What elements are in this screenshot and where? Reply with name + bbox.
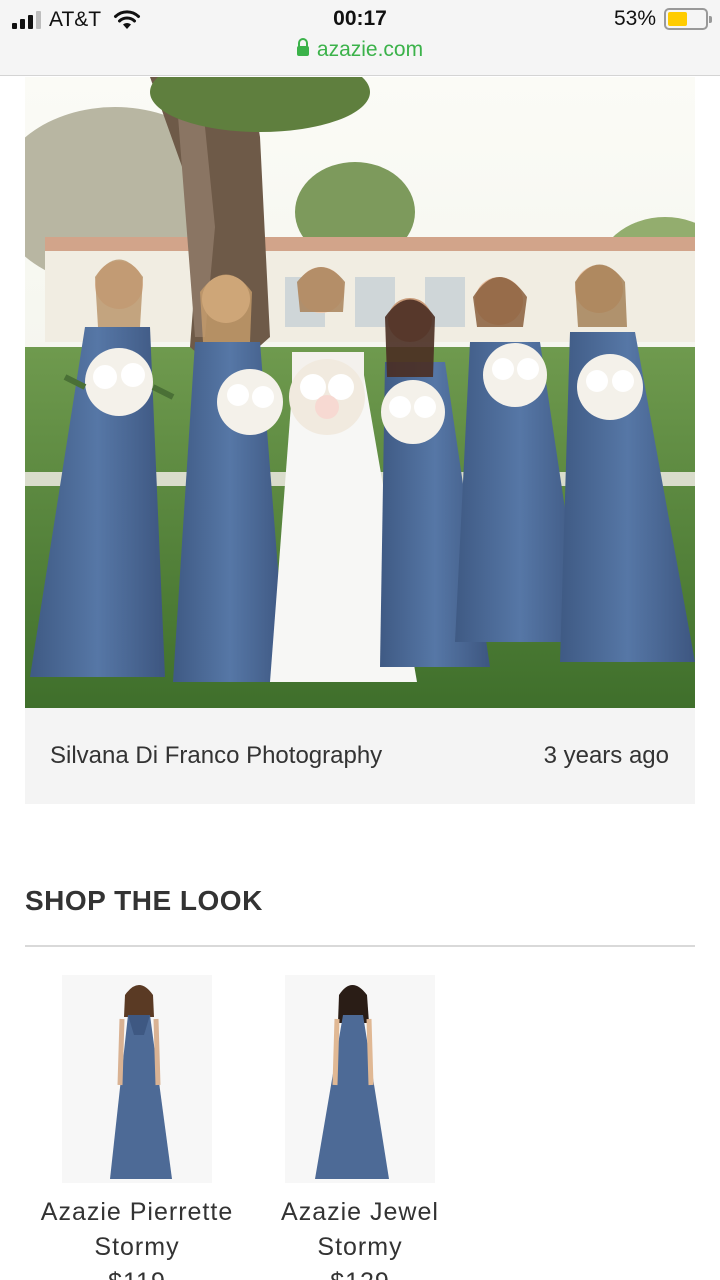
product-card[interactable]: Azazie Pierrette Stormy $119 xyxy=(27,975,247,1280)
battery-percent: 53% xyxy=(613,7,656,30)
photo-caption-bar: Silvana Di Franco Photography 3 years ag… xyxy=(25,708,695,804)
shop-the-look-heading: SHOP THE LOOK xyxy=(25,885,263,916)
product-card[interactable]: Azazie Jewel Stormy $129 xyxy=(250,975,470,1280)
product-color: Stormy xyxy=(317,1233,403,1261)
battery-icon xyxy=(664,8,712,30)
address-bar[interactable]: azazie.com xyxy=(0,38,720,62)
url-text: azazie.com xyxy=(316,38,424,61)
photo-age: 3 years ago xyxy=(543,742,669,769)
clock: 00:17 xyxy=(333,7,387,30)
product-image[interactable] xyxy=(62,975,212,1183)
product-name-line: Azazie Jewel xyxy=(281,1198,439,1226)
product-color: Stormy xyxy=(94,1233,180,1261)
photo-credit[interactable]: Silvana Di Franco Photography xyxy=(50,742,382,770)
product-price: $129 xyxy=(250,1265,470,1280)
product-image[interactable] xyxy=(285,975,435,1183)
section-divider xyxy=(25,945,695,947)
product-name-line: Azazie Pierrette xyxy=(40,1198,234,1226)
product-name[interactable]: Azazie Jewel Stormy xyxy=(250,1195,470,1265)
bridal-party-photo[interactable] xyxy=(25,77,695,708)
product-price: $119 xyxy=(27,1265,247,1280)
browser-status-bar: AT&T 00:17 53% azazie.com xyxy=(0,0,720,76)
battery-group: 53% xyxy=(613,7,712,31)
product-name[interactable]: Azazie Pierrette Stormy xyxy=(27,1195,247,1265)
lock-icon xyxy=(296,38,309,56)
